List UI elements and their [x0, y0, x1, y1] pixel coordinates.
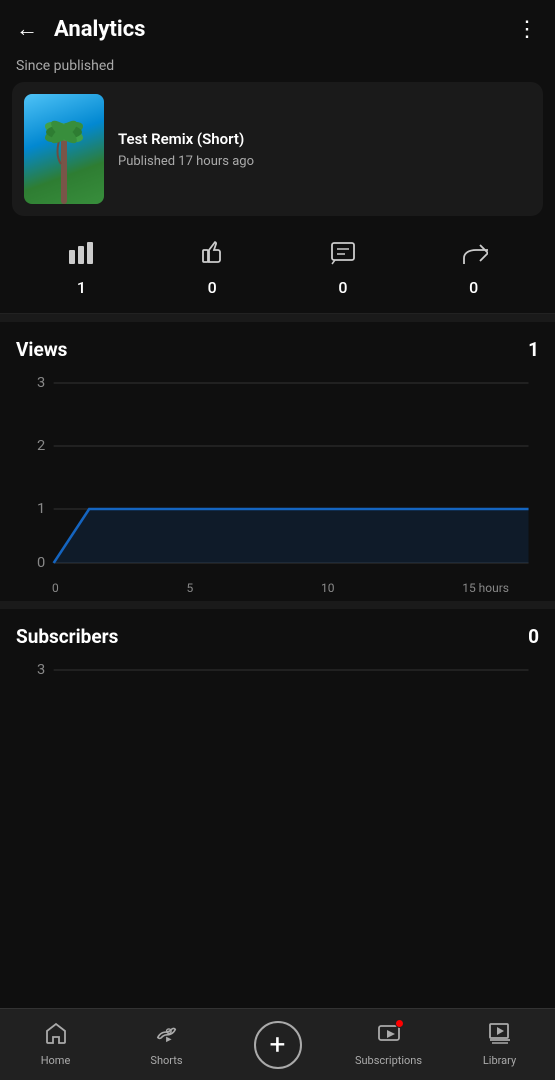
plus-icon: + — [270, 1031, 286, 1059]
since-published-label: Since published — [0, 54, 555, 82]
video-card: Test Remix (Short) Published 17 hours ag… — [12, 82, 543, 216]
thumbs-up-icon — [198, 240, 226, 272]
svg-text:2: 2 — [37, 438, 45, 454]
views-count: 1 — [77, 278, 86, 297]
add-button[interactable]: + — [254, 1021, 302, 1069]
nav-home[interactable]: Home — [21, 1022, 91, 1067]
stat-views[interactable]: 1 — [67, 240, 95, 297]
x-label-10: 10 — [321, 581, 335, 595]
nav-subscriptions[interactable]: Subscriptions — [354, 1022, 424, 1067]
shares-count: 0 — [469, 278, 478, 297]
x-axis-labels: 0 5 10 15 hours — [16, 577, 539, 595]
subscribers-total: 0 — [528, 625, 539, 648]
x-label-15: 15 hours — [462, 581, 509, 595]
header: ← Analytics ⋮ — [0, 0, 555, 54]
subscribers-section: Subscribers 0 3 — [0, 609, 555, 740]
stat-likes[interactable]: 0 — [198, 240, 226, 297]
svg-text:3: 3 — [37, 375, 45, 391]
shorts-label: Shorts — [150, 1054, 182, 1067]
nav-shorts[interactable]: Shorts — [132, 1022, 202, 1067]
views-title: Views — [16, 338, 67, 361]
video-info: Test Remix (Short) Published 17 hours ag… — [118, 130, 254, 169]
views-section: Views 1 3 2 1 0 0 5 — [0, 322, 555, 593]
subscribers-title: Subscribers — [16, 625, 118, 648]
home-label: Home — [41, 1054, 71, 1067]
library-label: Library — [483, 1054, 516, 1067]
stats-row: 1 0 0 — [0, 228, 555, 314]
nav-library[interactable]: Library — [465, 1022, 535, 1067]
x-label-5: 5 — [186, 581, 193, 595]
svg-text:1: 1 — [37, 501, 45, 517]
stat-shares[interactable]: 0 — [460, 240, 488, 297]
subscribers-chart: 3 — [16, 660, 539, 740]
library-icon — [488, 1022, 512, 1050]
video-published: Published 17 hours ago — [118, 154, 254, 169]
notification-dot — [395, 1019, 404, 1028]
home-icon — [44, 1022, 68, 1050]
comment-icon — [329, 240, 357, 272]
video-title: Test Remix (Short) — [118, 130, 254, 148]
stat-comments[interactable]: 0 — [329, 240, 357, 297]
video-thumbnail — [24, 94, 104, 204]
subscriptions-label: Subscriptions — [355, 1054, 422, 1067]
comments-count: 0 — [338, 278, 347, 297]
shorts-icon — [155, 1022, 179, 1050]
x-label-0: 0 — [52, 581, 59, 595]
svg-text:0: 0 — [37, 555, 45, 571]
more-options-button[interactable]: ⋮ — [516, 17, 539, 42]
views-total: 1 — [528, 338, 539, 361]
bar-chart-icon — [67, 240, 95, 272]
page-title: Analytics — [54, 17, 145, 42]
svg-text:3: 3 — [37, 662, 45, 678]
nav-add[interactable]: + — [243, 1021, 313, 1069]
views-chart: 3 2 1 0 0 5 10 15 hours — [16, 373, 539, 593]
share-icon — [460, 240, 488, 272]
likes-count: 0 — [208, 278, 217, 297]
back-button[interactable]: ← — [16, 16, 38, 42]
subscriptions-icon — [377, 1022, 401, 1050]
bottom-nav: Home Shorts + Subscriptions — [0, 1008, 555, 1080]
